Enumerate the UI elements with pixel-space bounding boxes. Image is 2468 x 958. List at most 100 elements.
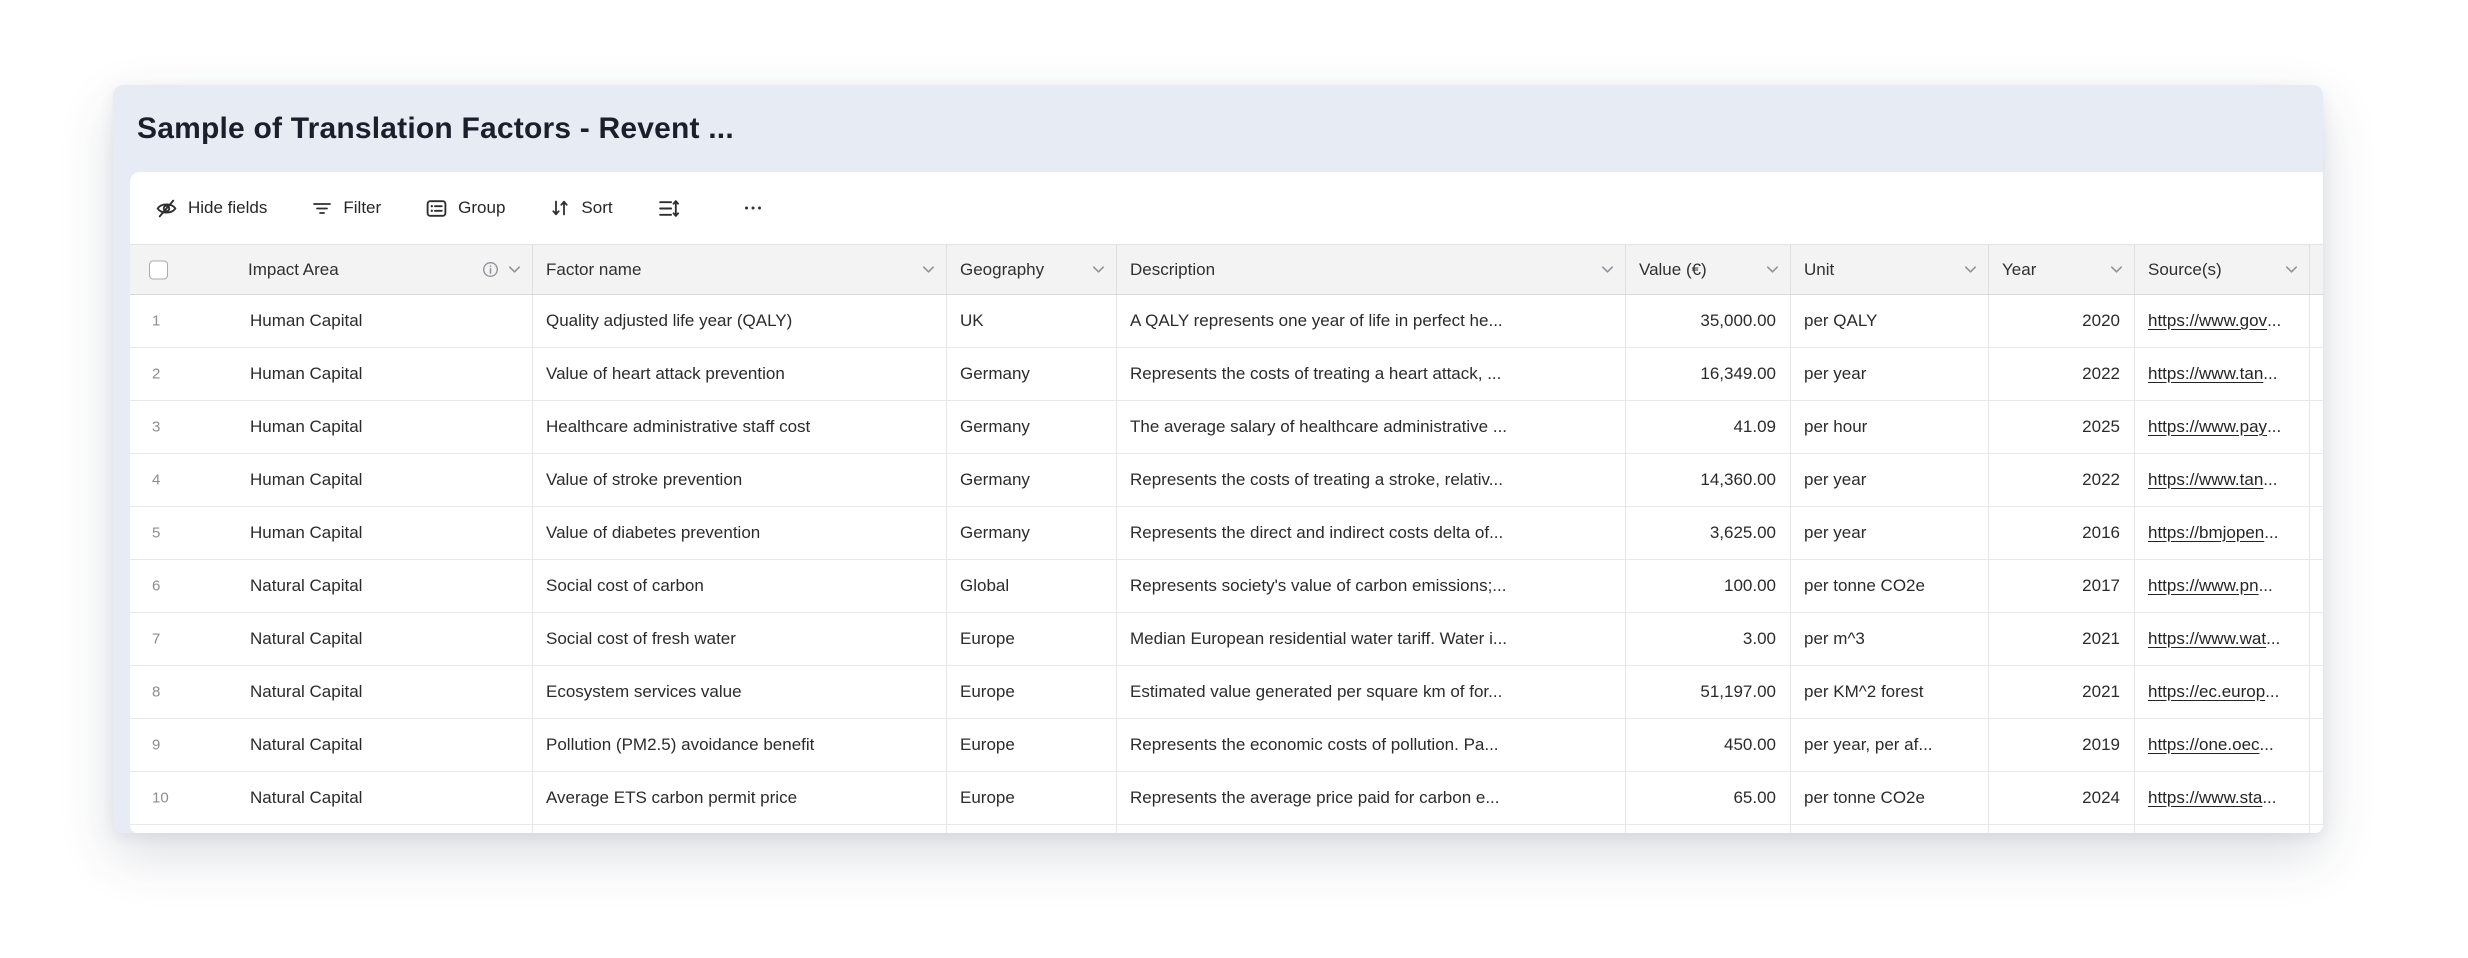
- value-cell[interactable]: 3.00: [1626, 613, 1791, 665]
- description-cell[interactable]: Represents the average price paid for ca…: [1117, 772, 1626, 824]
- chevron-down-icon[interactable]: [2284, 262, 2299, 277]
- geography-cell[interactable]: Europe: [947, 772, 1117, 824]
- year-cell[interactable]: 2019: [1989, 719, 2135, 771]
- geography-cell[interactable]: Germany: [947, 454, 1117, 506]
- source-cell[interactable]: https://www.pn...: [2135, 560, 2310, 612]
- year-cell[interactable]: 2022: [1989, 454, 2135, 506]
- year-cell[interactable]: 2022: [1989, 348, 2135, 400]
- value-cell[interactable]: 3,625.00: [1626, 507, 1791, 559]
- value-cell[interactable]: 100.00: [1626, 560, 1791, 612]
- source-link[interactable]: https://bmjopen: [2148, 523, 2264, 543]
- column-header-value[interactable]: Value (€): [1626, 245, 1791, 294]
- unit-cell[interactable]: per tonne CO2e: [1791, 772, 1989, 824]
- source-cell[interactable]: https://one.oec...: [2135, 719, 2310, 771]
- hide-fields-button[interactable]: Hide fields: [155, 197, 267, 220]
- year-cell[interactable]: 2021: [1989, 613, 2135, 665]
- row-number[interactable]: 7: [152, 631, 160, 648]
- group-button[interactable]: Group: [425, 197, 505, 220]
- source-link[interactable]: https://www.pay: [2148, 417, 2267, 437]
- row-number[interactable]: 5: [152, 525, 160, 542]
- geography-cell[interactable]: Germany: [947, 507, 1117, 559]
- factor-name-cell[interactable]: Healthcare administrative staff cost: [533, 401, 947, 453]
- description-cell[interactable]: Represents the economic costs of polluti…: [1117, 719, 1626, 771]
- row-number[interactable]: 4: [152, 472, 160, 489]
- geography-cell[interactable]: Europe: [947, 666, 1117, 718]
- description-cell[interactable]: Estimated value generated per square km …: [1117, 666, 1626, 718]
- impact-area-cell[interactable]: 4 Human Capital: [130, 454, 533, 506]
- unit-cell[interactable]: per m^3: [1791, 613, 1989, 665]
- source-link[interactable]: https://www.gov: [2148, 311, 2267, 331]
- factor-name-cell[interactable]: Average ETS carbon permit price: [533, 772, 947, 824]
- geography-cell[interactable]: UK: [947, 295, 1117, 347]
- column-header-description[interactable]: Description: [1117, 245, 1626, 294]
- row-height-button[interactable]: [657, 197, 680, 220]
- row-number[interactable]: 3: [152, 419, 160, 436]
- source-link[interactable]: https://www.pn: [2148, 576, 2259, 596]
- source-cell[interactable]: https://ec.europ...: [2135, 666, 2310, 718]
- factor-name-cell[interactable]: Social cost of fresh water: [533, 613, 947, 665]
- value-cell[interactable]: 14,360.00: [1626, 454, 1791, 506]
- source-cell[interactable]: https://www.sta...: [2135, 772, 2310, 824]
- source-cell[interactable]: https://www.tan...: [2135, 348, 2310, 400]
- impact-area-cell[interactable]: 9 Natural Capital: [130, 719, 533, 771]
- row-number[interactable]: 8: [152, 684, 160, 701]
- factor-name-cell[interactable]: Value of heart attack prevention: [533, 348, 947, 400]
- description-cell[interactable]: Represents society's value of carbon emi…: [1117, 560, 1626, 612]
- impact-area-cell[interactable]: 10 Natural Capital: [130, 772, 533, 824]
- description-cell[interactable]: Represents the costs of treating a strok…: [1117, 454, 1626, 506]
- year-cell[interactable]: 2025: [1989, 401, 2135, 453]
- chevron-down-icon[interactable]: [1963, 262, 1978, 277]
- source-cell[interactable]: https://bmjopen...: [2135, 507, 2310, 559]
- chevron-down-icon[interactable]: [1600, 262, 1615, 277]
- year-cell[interactable]: 2024: [1989, 772, 2135, 824]
- unit-cell[interactable]: per tonne CO2e: [1791, 560, 1989, 612]
- geography-cell[interactable]: Germany: [947, 348, 1117, 400]
- year-cell[interactable]: 2017: [1989, 560, 2135, 612]
- impact-area-cell[interactable]: 3 Human Capital: [130, 401, 533, 453]
- source-link[interactable]: https://www.sta: [2148, 788, 2262, 808]
- impact-area-cell[interactable]: 7 Natural Capital: [130, 613, 533, 665]
- source-link[interactable]: https://www.tan: [2148, 364, 2263, 384]
- impact-area-cell[interactable]: 1 Human Capital: [130, 295, 533, 347]
- info-icon[interactable]: [482, 261, 499, 278]
- row-number[interactable]: 2: [152, 366, 160, 383]
- impact-area-cell[interactable]: 6 Natural Capital: [130, 560, 533, 612]
- impact-area-cell[interactable]: 8 Natural Capital: [130, 666, 533, 718]
- description-cell[interactable]: Represents the direct and indirect costs…: [1117, 507, 1626, 559]
- chevron-down-icon[interactable]: [2109, 262, 2124, 277]
- select-all-checkbox[interactable]: [149, 260, 168, 279]
- row-number[interactable]: 6: [152, 578, 160, 595]
- source-link[interactable]: https://ec.europ: [2148, 682, 2265, 702]
- column-header-factor-name[interactable]: Factor name: [533, 245, 947, 294]
- unit-cell[interactable]: per year: [1791, 454, 1989, 506]
- factor-name-cell[interactable]: Value of stroke prevention: [533, 454, 947, 506]
- description-cell[interactable]: The average salary of healthcare adminis…: [1117, 401, 1626, 453]
- source-cell[interactable]: https://www.wat...: [2135, 613, 2310, 665]
- column-header-geography[interactable]: Geography: [947, 245, 1117, 294]
- chevron-down-icon[interactable]: [1091, 262, 1106, 277]
- value-cell[interactable]: 16,349.00: [1626, 348, 1791, 400]
- value-cell[interactable]: 41.09: [1626, 401, 1791, 453]
- unit-cell[interactable]: per year: [1791, 348, 1989, 400]
- impact-area-cell[interactable]: 5 Human Capital: [130, 507, 533, 559]
- unit-cell[interactable]: per year: [1791, 507, 1989, 559]
- source-cell[interactable]: https://www.gov...: [2135, 295, 2310, 347]
- unit-cell[interactable]: per year, per af...: [1791, 719, 1989, 771]
- description-cell[interactable]: Median European residential water tariff…: [1117, 613, 1626, 665]
- sort-button[interactable]: Sort: [549, 197, 612, 219]
- value-cell[interactable]: 65.00: [1626, 772, 1791, 824]
- factor-name-cell[interactable]: Ecosystem services value: [533, 666, 947, 718]
- source-link[interactable]: https://one.oec: [2148, 735, 2260, 755]
- unit-cell[interactable]: per hour: [1791, 401, 1989, 453]
- more-options-button[interactable]: [742, 197, 764, 219]
- factor-name-cell[interactable]: Quality adjusted life year (QALY): [533, 295, 947, 347]
- value-cell[interactable]: 35,000.00: [1626, 295, 1791, 347]
- geography-cell[interactable]: Germany: [947, 401, 1117, 453]
- source-link[interactable]: https://www.tan: [2148, 470, 2263, 490]
- column-header-unit[interactable]: Unit: [1791, 245, 1989, 294]
- value-cell[interactable]: 450.00: [1626, 719, 1791, 771]
- description-cell[interactable]: Represents the costs of treating a heart…: [1117, 348, 1626, 400]
- unit-cell[interactable]: per KM^2 forest: [1791, 666, 1989, 718]
- unit-cell[interactable]: per QALY: [1791, 295, 1989, 347]
- factor-name-cell[interactable]: Value of diabetes prevention: [533, 507, 947, 559]
